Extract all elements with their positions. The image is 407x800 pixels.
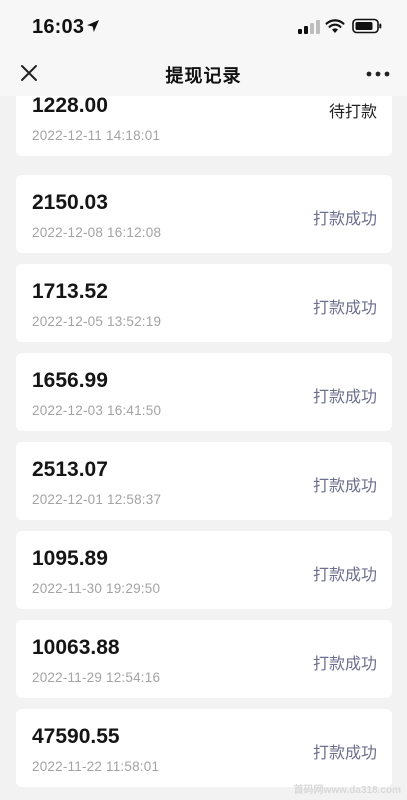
record-amount: 1095.89	[32, 547, 108, 570]
record-datetime: 2022-11-22 11:58:01	[32, 759, 160, 774]
record-datetime: 2022-12-08 16:12:08	[32, 225, 162, 240]
record-datetime: 2022-12-03 16:41:50	[32, 403, 162, 418]
record-status: 打款成功	[312, 567, 377, 584]
list-item[interactable]: 10063.88 2022-11-29 12:54:16 打款成功	[16, 620, 392, 698]
location-arrow-icon	[87, 20, 99, 32]
record-datetime: 2022-11-30 19:29:50	[32, 581, 161, 596]
record-status: 打款成功	[312, 389, 377, 406]
record-amount: 1713.52	[32, 280, 108, 303]
record-amount: 2150.03	[32, 191, 108, 214]
withdrawal-record-list[interactable]: 1228.00 2022-12-11 14:18:01 待打款 2150.03 …	[0, 96, 407, 800]
nav-bar: 提现记录	[0, 50, 407, 96]
record-datetime: 2022-12-01 12:58:37	[32, 492, 162, 507]
list-item[interactable]: 1095.89 2022-11-30 19:29:50 打款成功	[16, 531, 392, 609]
record-status: 打款成功	[312, 300, 377, 317]
record-status: 打款成功	[312, 745, 377, 762]
list-item[interactable]: 1656.99 2022-12-03 16:41:50 打款成功	[16, 353, 392, 431]
wifi-icon	[325, 19, 345, 33]
list-item[interactable]: 2513.07 2022-12-01 12:58:37 打款成功	[16, 442, 392, 520]
record-amount: 47590.55	[32, 725, 120, 748]
record-datetime: 2022-12-05 13:52:19	[32, 314, 162, 329]
record-amount: 2513.07	[32, 458, 108, 481]
status-time: 16:03	[32, 16, 85, 38]
record-amount: 10063.88	[32, 636, 120, 659]
list-item[interactable]: 1713.52 2022-12-05 13:52:19 打款成功	[16, 264, 392, 342]
page-title: 提现记录	[165, 66, 242, 86]
record-status: 打款成功	[312, 478, 377, 495]
watermark: 首码网www.da318.com	[293, 785, 401, 796]
battery-icon	[352, 18, 382, 34]
record-datetime: 2022-12-11 14:18:01	[32, 128, 161, 143]
record-amount: 1656.99	[32, 369, 108, 392]
record-status: 待打款	[328, 104, 377, 121]
list-item[interactable]: 47590.55 2022-11-22 11:58:01 打款成功	[16, 709, 392, 787]
status-bar: 16:03	[0, 0, 407, 50]
record-status: 打款成功	[312, 211, 377, 228]
list-item[interactable]: 2150.03 2022-12-08 16:12:08 打款成功	[16, 175, 392, 253]
list-item[interactable]: 1228.00 2022-12-11 14:18:01 待打款	[16, 96, 392, 156]
more-icon[interactable]	[366, 70, 390, 78]
record-datetime: 2022-11-29 12:54:16	[32, 670, 161, 685]
cellular-signal-icon	[298, 20, 320, 34]
record-amount: 1228.00	[32, 96, 108, 117]
record-status: 打款成功	[312, 656, 377, 673]
